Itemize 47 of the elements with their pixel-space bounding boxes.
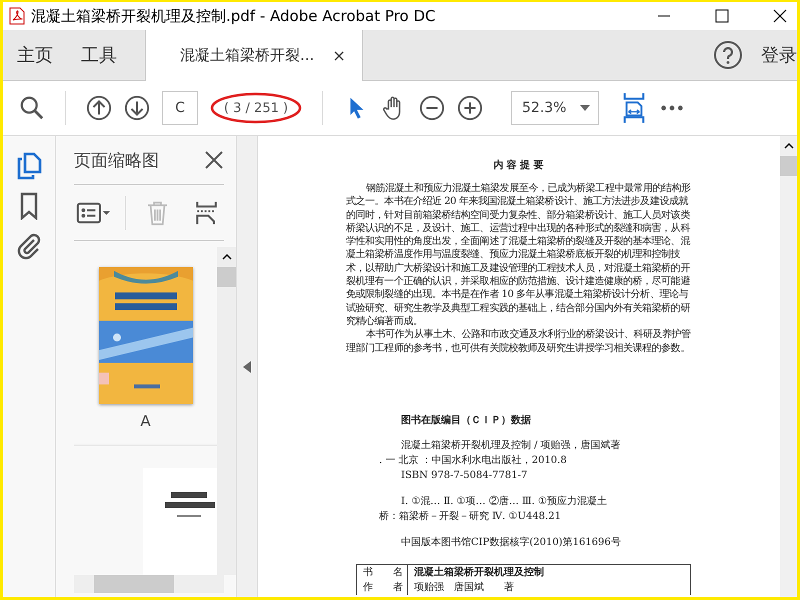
tab-close-button[interactable]: × <box>332 46 346 65</box>
page-number-field[interactable]: C <box>162 91 198 125</box>
window-title: 混凝土箱梁桥开裂机理及控制.pdf - Adobe Acrobat Pro DC <box>31 6 436 26</box>
thumbnail-label: A <box>140 412 151 430</box>
page-count: ( 3 / 251 ) <box>224 100 288 116</box>
scroll-thumb[interactable] <box>780 156 797 176</box>
panel-title: 页面缩略图 <box>74 150 159 172</box>
search-icon[interactable] <box>19 95 45 121</box>
nav-tab[interactable]: 主页 <box>3 30 67 80</box>
paragraph: 本书可作为从事土木、公路和市政交通及水利行业的桥梁设计、科研及养护管理部门工程师的参考书，也可供有关院校教师及研究生讲授学习相关课程的参数。 <box>346 328 691 355</box>
scroll-thumb[interactable] <box>217 267 236 287</box>
table-cell: 书 名 <box>357 564 408 580</box>
zoom-dropdown[interactable]: 52.3% <box>511 91 599 125</box>
close-icon[interactable] <box>773 9 787 23</box>
caret-icon <box>580 105 590 111</box>
cip-line: 桥：箱梁桥－开裂－研究 Ⅳ. ①U448.21 <box>378 510 562 524</box>
cip-line: ISBN 978-7-5084-7781-7 <box>400 468 528 483</box>
maximize-icon[interactable] <box>715 9 729 23</box>
arrow-up-icon[interactable] <box>86 95 112 121</box>
table-cell-text: 项贻强 唐国斌 著 <box>413 580 514 595</box>
help-icon[interactable] <box>713 40 743 70</box>
table-cell-text: 混凝土箱梁桥开裂机理及控制 <box>413 565 544 580</box>
scroll-thumb[interactable] <box>94 575 174 593</box>
cip-line: Ⅰ. ①混… Ⅱ. ①项… ②唐… Ⅲ. ①预应力混凝土 <box>400 494 608 509</box>
cip-heading: 图书在版编目（ＣＩＰ）数据 <box>401 414 532 427</box>
document-tab[interactable]: 混凝土箱梁桥开裂... × <box>145 30 363 81</box>
section-heading: 内 容 提 要 <box>492 158 545 172</box>
table-cell: 作 者 <box>357 580 408 595</box>
scrollbar[interactable] <box>780 136 797 597</box>
zoom-in-icon[interactable] <box>457 95 483 121</box>
arrow-down-icon[interactable] <box>124 95 150 121</box>
paperclip-icon[interactable] <box>16 232 42 260</box>
cip-line: 混凝土箱梁桥开裂机理及控制 / 项贻强，唐国斌著 <box>400 438 622 453</box>
close-icon[interactable] <box>204 150 224 170</box>
pdf-icon <box>9 7 25 25</box>
scrollbar[interactable] <box>217 247 236 575</box>
horizontal-scrollbar[interactable] <box>74 575 224 593</box>
sign-in-button[interactable]: 登录 <box>743 30 797 80</box>
zoom-out-icon[interactable] <box>419 95 445 121</box>
nav-tab[interactable]: 工具 <box>67 30 131 80</box>
tab-label: 混凝土箱梁桥开裂... <box>180 46 314 65</box>
fit-page-icon[interactable] <box>621 91 647 125</box>
cip-line: . 一 北京 ：中国水利水电出版社，2010.8 <box>378 454 568 468</box>
paragraph: 钢筋混凝土和预应力混凝土箱梁发展至今，已成为桥梁工程中最常用的结构形式之一。本书在介绍近 20 年来我国混凝土箱梁桥设计、施工方法进步及建设成就的同时，针对目前箱梁桥结构空间受力复杂性、部分箱梁桥设计、施工人员对该类桥梁认识的不足，及设计、施工、运营过程中出现的各种形式的裂缝和病害，从科学性和实用性的角度出发，全面阐述了混凝土箱梁桥的裂缝及开裂的基本理论、混凝土箱梁桥温度作用与温度裂缝、预应力混凝土箱梁桥底板开裂的机理和控制技术，以帮助广大桥梁设计和施工及建设管理的工程技术人员，对混凝土箱梁桥的开裂机理有一个正确的认识，并采取相应的防范措施、设计建造健康的桥，尽可能避免或限制裂缝的出现。本书是在作者 10 多年从事混凝土箱梁桥设计分析、理论与试验研究、研究生教学及典型工程实践的基础上，结合部分国内外有关箱梁桥的研究精心编著而成。 <box>346 182 691 328</box>
cip-line: 中国版本图书馆CIP数据核字(2010)第161696号 <box>400 536 622 550</box>
collapse-arrow-icon[interactable] <box>243 360 251 372</box>
pages-icon[interactable] <box>16 152 42 180</box>
